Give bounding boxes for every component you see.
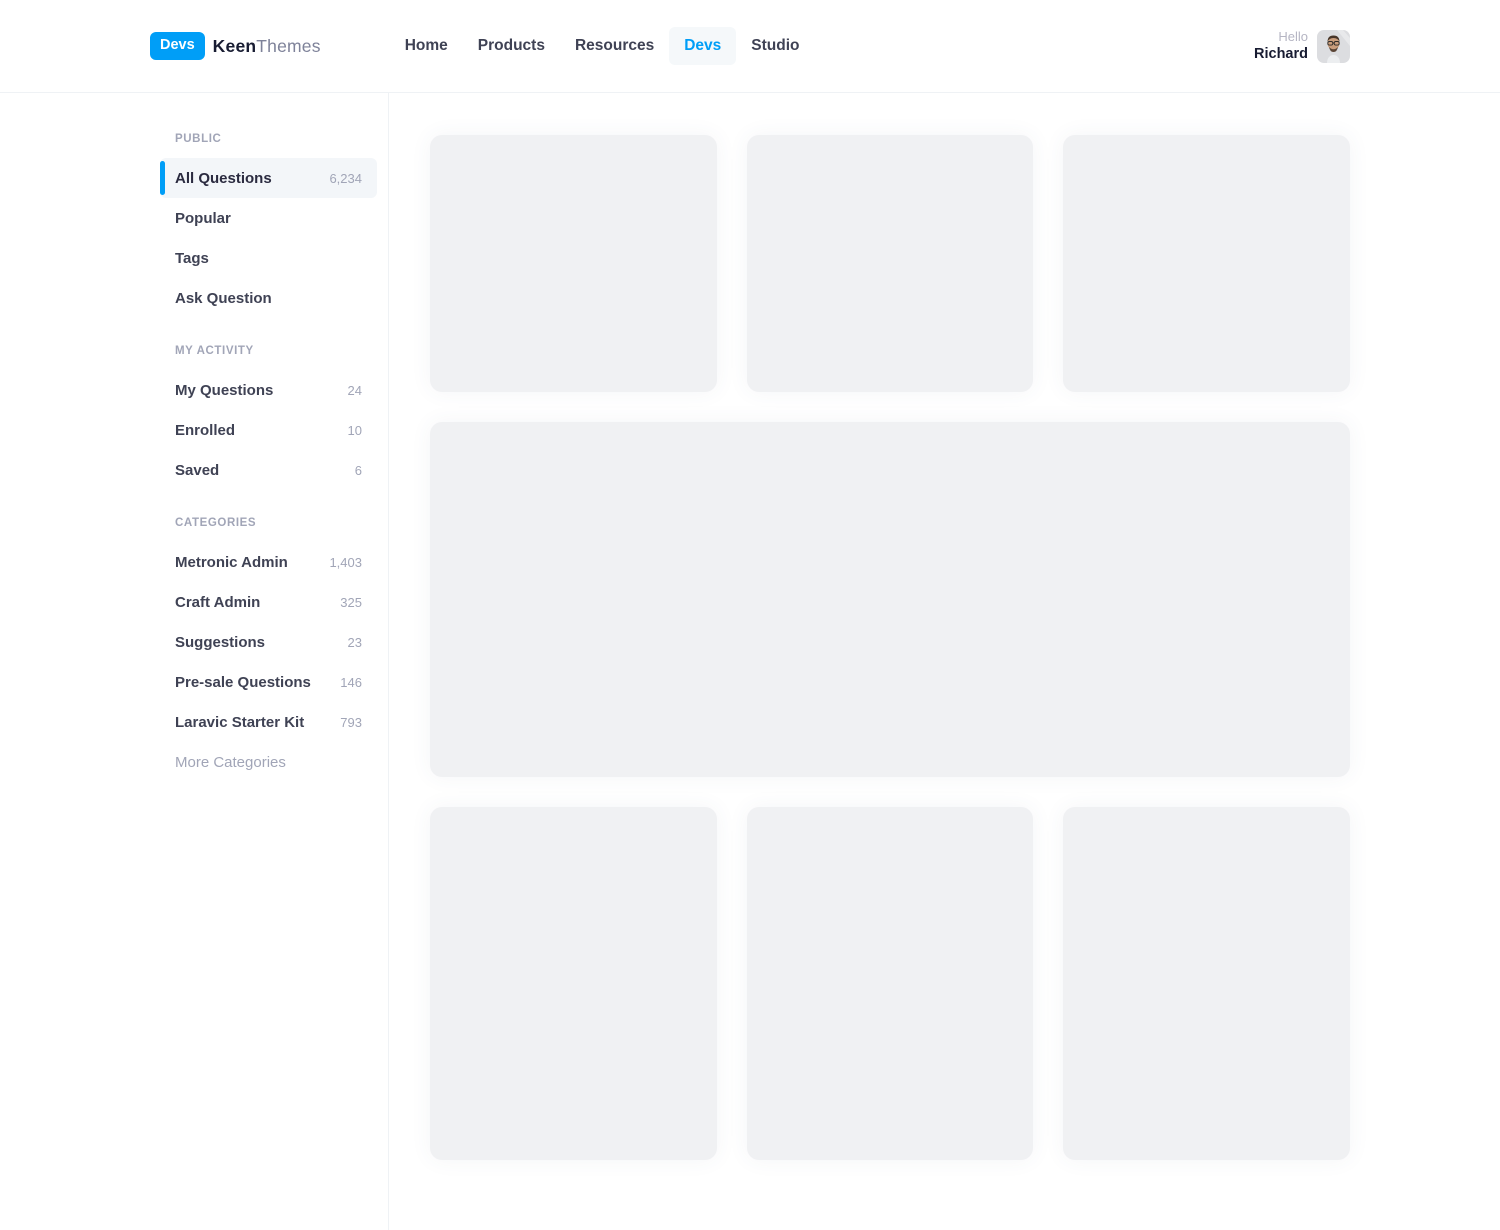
sidebar-item-label: Metronic Admin <box>175 554 288 571</box>
sidebar-item-count: 24 <box>348 383 362 398</box>
placeholder-card <box>1063 135 1350 392</box>
sidebar-section-categories: CATEGORIES Metronic Admin 1,403 Craft Ad… <box>160 517 377 782</box>
placeholder-card <box>747 807 1034 1160</box>
sidebar-item-metronic-admin[interactable]: Metronic Admin 1,403 <box>160 542 377 582</box>
sidebar-section-my-activity: MY ACTIVITY My Questions 24 Enrolled 10 … <box>160 345 377 490</box>
sidebar-item-count: 146 <box>340 675 362 690</box>
placeholder-card <box>430 135 717 392</box>
sidebar-item-count: 325 <box>340 595 362 610</box>
placeholder-row-top <box>430 135 1350 392</box>
placeholder-card-wide <box>430 422 1350 777</box>
sidebar-item-laravic-starter-kit[interactable]: Laravic Starter Kit 793 <box>160 702 377 742</box>
sidebar-item-popular[interactable]: Popular <box>160 198 377 238</box>
placeholder-row-bottom <box>430 807 1350 1160</box>
brand-name: KeenThemes <box>213 36 321 57</box>
sidebar-item-pre-sale-questions[interactable]: Pre-sale Questions 146 <box>160 662 377 702</box>
sidebar-item-count: 10 <box>348 423 362 438</box>
nav-item-studio[interactable]: Studio <box>736 27 814 65</box>
logo[interactable]: Devs KeenThemes <box>150 32 321 60</box>
avatar[interactable] <box>1317 30 1350 63</box>
main-nav: Home Products Resources Devs Studio <box>390 27 815 65</box>
sidebar-item-all-questions[interactable]: All Questions 6,234 <box>160 158 377 198</box>
sidebar-item-craft-admin[interactable]: Craft Admin 325 <box>160 582 377 622</box>
sidebar-item-tags[interactable]: Tags <box>160 238 377 278</box>
sidebar-item-label: Enrolled <box>175 422 235 439</box>
sidebar-item-count: 6 <box>355 463 362 478</box>
sidebar-section-title: CATEGORIES <box>160 517 377 529</box>
main-content <box>389 93 1500 1230</box>
nav-item-resources[interactable]: Resources <box>560 27 669 65</box>
user-menu[interactable]: Hello Richard <box>1254 29 1350 63</box>
sidebar-item-my-questions[interactable]: My Questions 24 <box>160 370 377 410</box>
sidebar-item-enrolled[interactable]: Enrolled 10 <box>160 410 377 450</box>
placeholder-card <box>430 807 717 1160</box>
sidebar-item-label: Ask Question <box>175 290 272 307</box>
avatar-image <box>1317 30 1350 63</box>
sidebar-item-label: Laravic Starter Kit <box>175 714 304 731</box>
sidebar-item-label: Pre-sale Questions <box>175 674 311 691</box>
user-name: Richard <box>1254 45 1308 63</box>
nav-item-home[interactable]: Home <box>390 27 463 65</box>
sidebar-section-public: PUBLIC All Questions 6,234 Popular Tags … <box>160 133 377 318</box>
sidebar-item-label: Popular <box>175 210 231 227</box>
sidebar: PUBLIC All Questions 6,234 Popular Tags … <box>0 93 389 1230</box>
sidebar-item-label: Suggestions <box>175 634 265 651</box>
logo-badge: Devs <box>150 32 205 60</box>
user-greeting: Hello <box>1254 29 1308 45</box>
placeholder-card <box>747 135 1034 392</box>
page-body: PUBLIC All Questions 6,234 Popular Tags … <box>0 93 1500 1230</box>
brand-bold: Keen <box>213 36 257 56</box>
sidebar-item-label: Tags <box>175 250 209 267</box>
sidebar-item-label: More Categories <box>175 754 286 771</box>
nav-item-devs[interactable]: Devs <box>669 27 736 65</box>
sidebar-item-label: My Questions <box>175 382 273 399</box>
sidebar-item-count: 6,234 <box>329 171 362 186</box>
sidebar-item-count: 23 <box>348 635 362 650</box>
sidebar-item-ask-question[interactable]: Ask Question <box>160 278 377 318</box>
sidebar-section-title: MY ACTIVITY <box>160 345 377 357</box>
sidebar-item-suggestions[interactable]: Suggestions 23 <box>160 622 377 662</box>
sidebar-item-label: All Questions <box>175 170 272 187</box>
sidebar-item-saved[interactable]: Saved 6 <box>160 450 377 490</box>
sidebar-item-more-categories[interactable]: More Categories <box>160 742 377 782</box>
sidebar-item-count: 793 <box>340 715 362 730</box>
sidebar-item-count: 1,403 <box>329 555 362 570</box>
nav-item-products[interactable]: Products <box>463 27 560 65</box>
sidebar-section-title: PUBLIC <box>160 133 377 145</box>
sidebar-item-label: Craft Admin <box>175 594 260 611</box>
brand-light: Themes <box>256 36 320 56</box>
sidebar-item-label: Saved <box>175 462 219 479</box>
app-header: Devs KeenThemes Home Products Resources … <box>0 0 1500 93</box>
placeholder-card <box>1063 807 1350 1160</box>
user-text: Hello Richard <box>1254 29 1308 63</box>
